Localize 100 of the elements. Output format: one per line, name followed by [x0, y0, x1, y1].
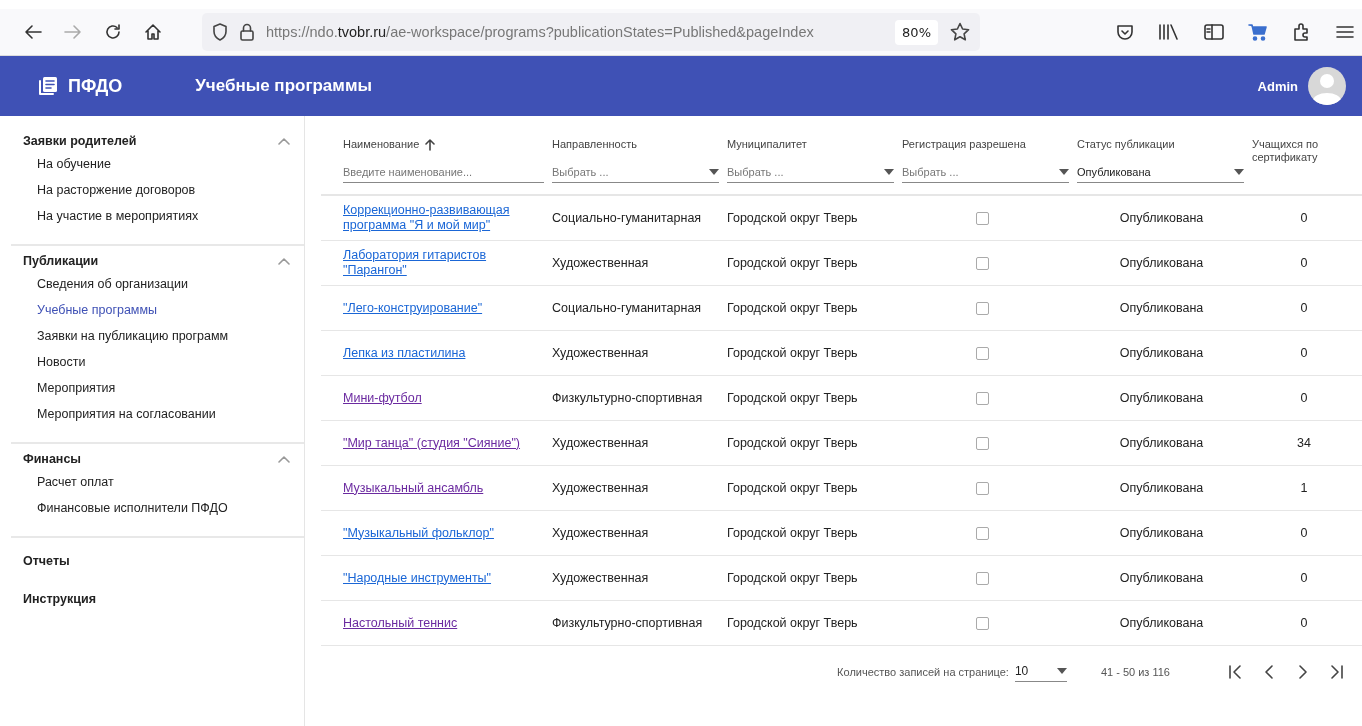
newspaper-icon	[38, 76, 58, 96]
shield-icon	[212, 23, 228, 41]
table-cell-text: Городской округ Тверь	[727, 391, 859, 405]
table-cell-text: Городской округ Тверь	[727, 616, 859, 630]
first-page-button[interactable]	[1228, 665, 1242, 679]
table-cell-text: 0	[1300, 301, 1309, 315]
table-cell-text: Городской округ Тверь	[727, 301, 859, 315]
reload-icon[interactable]	[104, 23, 122, 41]
chevron-up-icon	[278, 455, 290, 463]
cart-icon[interactable]	[1248, 23, 1268, 41]
sidebar-item[interactable]: Мероприятия на согласовании	[11, 402, 304, 428]
table-cell-text: Опубликована	[1119, 256, 1205, 270]
filter-dropdown[interactable]: Выбрать ...	[902, 161, 1069, 183]
table-cell-text: Опубликована	[1119, 301, 1205, 315]
program-link[interactable]: "Народные инструменты"	[343, 570, 492, 586]
menu-icon[interactable]	[1336, 24, 1354, 40]
last-page-icon	[1330, 665, 1344, 679]
library-icon[interactable]	[1158, 23, 1180, 41]
table-cell-text: Городской округ Тверь	[727, 571, 859, 585]
program-link[interactable]: "Музыкальный фольклор"	[343, 525, 494, 541]
filter-dropdown[interactable]: Опубликована	[1077, 161, 1244, 183]
page-size-label: Количество записей на странице:	[837, 666, 1009, 678]
table-cell-text: 0	[1300, 211, 1309, 225]
sidebar-item[interactable]: Учебные программы	[11, 298, 304, 324]
table-cell-text: Опубликована	[1119, 526, 1205, 540]
sidebar-item[interactable]: На обучение	[11, 152, 304, 178]
table-cell-text: Социально-гуманитарная	[552, 301, 703, 315]
table-cell-text: Городской округ Тверь	[727, 346, 859, 360]
sort-up-arrow-icon[interactable]	[425, 138, 436, 151]
registration-checkbox[interactable]	[976, 391, 989, 405]
registration-checkbox[interactable]	[976, 436, 989, 450]
sidebar-group-header[interactable]: Финансы	[11, 448, 304, 470]
avatar-icon[interactable]	[1308, 67, 1346, 105]
table-cell-text: Городской округ Тверь	[727, 256, 859, 270]
sidebar-link[interactable]: Отчеты	[11, 544, 304, 576]
caret-icon	[709, 168, 719, 175]
page-size-dropdown[interactable]: 10	[1014, 662, 1067, 682]
table-cell-text: Городской округ Тверь	[727, 526, 859, 540]
table-cell-text: Художественная	[552, 346, 650, 360]
program-link[interactable]: Коррекционно-развивающая программа "Я и мой мир"	[343, 203, 546, 233]
program-link[interactable]: Настольный теннис	[343, 615, 458, 631]
table-cell-text: 0	[1300, 616, 1309, 630]
sidebar-item[interactable]: Сведения об организации	[11, 272, 304, 298]
registration-checkbox[interactable]	[976, 346, 989, 360]
previous-page-button[interactable]	[1262, 665, 1276, 679]
sidebar-group-header[interactable]: Публикации	[11, 250, 304, 272]
table-cell-text: 1	[1300, 481, 1309, 495]
table-cell-text: Физкультурно-спортивная	[552, 391, 704, 405]
registration-checkbox[interactable]	[976, 526, 989, 540]
url-text: https://ndo.tvobr.ru/ae-workspace/programs?publicationStates=Published&pageIndex	[266, 24, 815, 40]
table-cell-text: Художественная	[552, 436, 650, 450]
filter-dropdown[interactable]: Выбрать ...	[727, 161, 894, 183]
sidebar-link[interactable]: Инструкция	[11, 582, 304, 614]
filter-dropdown[interactable]: Выбрать ...	[552, 161, 719, 183]
table-cell-text: Городской округ Тверь	[727, 481, 859, 495]
table-cell-text: 0	[1300, 526, 1309, 540]
table-cell-text: 34	[1297, 436, 1312, 450]
registration-checkbox[interactable]	[976, 301, 989, 315]
registration-checkbox[interactable]	[976, 481, 989, 495]
column-header: Регистрация разрешена	[902, 138, 1026, 151]
program-link[interactable]: "Мир танца" (студия "Сияние")	[343, 435, 520, 451]
sidebar-item[interactable]: Новости	[11, 350, 304, 376]
user-name[interactable]: Admin	[1257, 78, 1298, 94]
sidebar-item[interactable]: Мероприятия	[11, 376, 304, 402]
next-page-button[interactable]	[1296, 665, 1310, 679]
home-icon[interactable]	[144, 23, 162, 41]
sidebar-item[interactable]: Расчет оплат	[11, 470, 304, 496]
sidebar-item[interactable]: На участие в мероприятиях	[11, 204, 304, 230]
sidebar-group-header[interactable]: Заявки родителей	[11, 130, 304, 152]
table-cell-text: Городской округ Тверь	[727, 436, 859, 450]
last-page-button[interactable]	[1330, 665, 1344, 679]
program-link[interactable]: Лаборатория гитаристов "Парангон"	[343, 248, 546, 278]
program-link[interactable]: Лепка из пластилина	[343, 345, 466, 361]
name-filter-field[interactable]: Введите наименование...	[343, 161, 544, 183]
back-arrow-icon[interactable]	[24, 24, 42, 40]
zoom-level[interactable]: 80%	[895, 19, 938, 45]
address-bar[interactable]: https://ndo.tvobr.ru/ae-workspace/programs?publicationStates=Published&pageIndex 80%	[202, 13, 980, 51]
program-link[interactable]: Мини-футбол	[343, 390, 422, 406]
sidebar-item[interactable]: Заявки на публикацию программ	[11, 324, 304, 350]
caret-icon	[1059, 168, 1069, 175]
star-icon[interactable]	[950, 22, 970, 42]
sidebar-item[interactable]: На расторжение договоров	[11, 178, 304, 204]
registration-checkbox[interactable]	[976, 256, 989, 270]
sidebar-icon[interactable]	[1204, 24, 1224, 40]
table-cell-text: Опубликована	[1119, 481, 1205, 495]
registration-checkbox[interactable]	[976, 571, 989, 585]
program-link[interactable]: Музыкальный ансамбль	[343, 480, 484, 496]
program-link[interactable]: "Лего-конструирование"	[343, 300, 483, 316]
caret-icon	[884, 168, 894, 175]
table-cell-text: 0	[1300, 391, 1309, 405]
first-page-icon	[1228, 665, 1242, 679]
registration-checkbox[interactable]	[976, 211, 989, 225]
column-header: Статус публикации	[1077, 138, 1175, 151]
sidebar-item[interactable]: Финансовые исполнители ПФДО	[11, 496, 304, 522]
pocket-icon[interactable]	[1116, 23, 1134, 41]
registration-checkbox[interactable]	[976, 616, 989, 630]
page-range: 41 - 50 из 116	[1100, 666, 1170, 678]
table-cell-text: Опубликована	[1119, 391, 1205, 405]
app-logo-text[interactable]: ПФДО	[68, 75, 123, 97]
column-header[interactable]: Наименование	[343, 138, 420, 151]
